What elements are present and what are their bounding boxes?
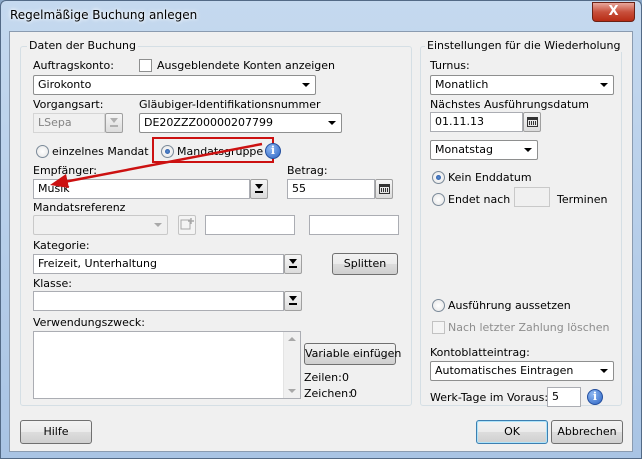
betrag-label: Betrag: (287, 164, 328, 177)
chevron-down-icon (524, 148, 532, 152)
hidden-accounts-label: Ausgeblendete Konten anzeigen (157, 59, 336, 72)
monatstag-select[interactable]: Monatstag (430, 140, 538, 160)
group-legend-daten: Daten der Buchung (27, 39, 138, 52)
abbrechen-label: Abbrechen (557, 425, 617, 438)
scroll-up-icon[interactable] (288, 337, 296, 341)
calendar-button[interactable] (523, 112, 541, 132)
klasse-download-button[interactable] (284, 291, 302, 311)
chevron-down-icon (600, 83, 608, 87)
chevron-down-icon (154, 223, 162, 227)
next-date-value: 01.11.13 (435, 115, 484, 128)
chevron-down-icon (328, 121, 336, 125)
auftragskonto-label: Auftragskonto: (33, 59, 114, 72)
nach-letzter-checkbox[interactable] (432, 321, 445, 334)
auftragskonto-value: Girokonto (38, 78, 92, 91)
download-arrow-icon (289, 296, 297, 306)
zeilen-value: 0 (342, 371, 349, 384)
endet-nach-input[interactable] (514, 187, 550, 207)
download-arrow-icon (289, 259, 297, 269)
verwendungszweck-textarea[interactable] (33, 331, 301, 399)
close-icon: X (608, 4, 619, 19)
scroll-down-icon[interactable] (288, 389, 296, 393)
glaeubiger-label: Gläubiger-Identifikationsnummer (139, 98, 321, 111)
annotation-arrow (50, 142, 263, 188)
klasse-label: Klasse: (33, 277, 72, 290)
aussetzen-radio[interactable] (432, 299, 445, 312)
werktage-input[interactable]: 5 (547, 387, 581, 407)
title-bar[interactable]: Regelmäßige Buchung anlegen X (1, 1, 641, 31)
kein-enddatum-label: Kein Enddatum (448, 171, 532, 184)
vorgangsart-download-button[interactable] (105, 113, 123, 133)
download-arrow-icon (110, 118, 118, 128)
werktage-label: Werk-Tage im Voraus: (430, 391, 549, 404)
betrag-value: 55 (292, 182, 306, 195)
monatstag-value: Monatstag (435, 143, 494, 156)
mandatsreferenz-select[interactable] (33, 215, 168, 235)
close-button[interactable]: X (592, 2, 635, 22)
verwendungszweck-scrollbar[interactable] (283, 332, 300, 398)
dialog-body: Daten der Buchung Auftragskonto: Ausgebl… (9, 31, 633, 452)
splitten-label: Splitten (343, 257, 387, 270)
hilfe-label: Hilfe (43, 425, 69, 438)
aussetzen-label: Ausführung aussetzen (448, 299, 571, 312)
betrag-calculator-button[interactable] (375, 179, 393, 199)
chevron-down-icon (600, 369, 608, 373)
kein-enddatum-radio[interactable] (432, 171, 445, 184)
next-date-input[interactable]: 01.11.13 (430, 112, 523, 132)
splitten-button[interactable]: Splitten (332, 253, 398, 275)
kategorie-value: Freizeit, Unterhaltung (38, 257, 157, 270)
info-icon[interactable]: i (587, 389, 603, 405)
endet-nach-radio[interactable] (432, 193, 445, 206)
window-title: Regelmäßige Buchung anlegen (10, 8, 198, 22)
ok-button[interactable]: OK (476, 420, 548, 444)
variable-einfuegen-label: Variable einfügen (305, 347, 402, 360)
auftragskonto-select[interactable]: Girokonto (33, 75, 316, 95)
kontoblatt-label: Kontoblatteintrag: (430, 346, 530, 359)
vorgangsart-field[interactable]: LSepa (33, 113, 105, 133)
zeichen-label: Zeichen: (304, 387, 352, 400)
kategorie-label: Kategorie: (33, 239, 90, 252)
glaeubiger-value: DE20ZZZ00000207799 (144, 116, 274, 129)
chevron-down-icon (302, 83, 310, 87)
hidden-accounts-checkbox[interactable] (139, 59, 152, 72)
dialog-window: Regelmäßige Buchung anlegen X Daten der … (0, 0, 642, 459)
werktage-value: 5 (552, 390, 559, 403)
mandatsreferenz-add-button[interactable] (178, 215, 196, 235)
add-icon (180, 218, 194, 230)
glaeubiger-select[interactable]: DE20ZZZ00000207799 (139, 113, 342, 133)
ok-label: OK (504, 425, 520, 438)
group-daten-der-buchung: Daten der Buchung Auftragskonto: Ausgebl… (20, 39, 412, 406)
turnus-value: Monatlich (435, 78, 489, 91)
calculator-icon (379, 184, 390, 194)
info-icon-glyph: i (592, 390, 598, 403)
kategorie-input[interactable]: Freizeit, Unterhaltung (33, 254, 284, 274)
mandatsreferenz-date-input[interactable] (205, 215, 295, 235)
endet-nach-label: Endet nach (448, 193, 511, 206)
zeilen-label: Zeilen: (304, 371, 342, 384)
turnus-select[interactable]: Monatlich (430, 75, 614, 95)
kontoblatt-value: Automatisches Eintragen (435, 364, 574, 377)
nach-letzter-label: Nach letzter Zahlung löschen (448, 321, 610, 334)
variable-einfuegen-button[interactable]: Variable einfügen (304, 343, 401, 365)
abbrechen-button[interactable]: Abbrechen (551, 420, 623, 444)
zeichen-value: 0 (350, 387, 357, 400)
group-legend-wiederholung: Einstellungen für die Wiederholung (425, 39, 623, 52)
kategorie-download-button[interactable] (284, 254, 302, 274)
verwendungszweck-label: Verwendungszweck: (33, 316, 145, 329)
vorgangsart-value: LSepa (38, 116, 72, 129)
turnus-label: Turnus: (430, 59, 470, 72)
calendar-icon (527, 117, 538, 127)
mandatsreferenz-extra-input[interactable] (309, 215, 399, 235)
hilfe-button[interactable]: Hilfe (20, 420, 92, 444)
next-date-label: Nächstes Ausführungsdatum (430, 98, 589, 111)
betrag-input[interactable]: 55 (287, 179, 375, 199)
mandatsreferenz-label: Mandatsreferenz (33, 201, 126, 214)
klasse-input[interactable] (33, 291, 284, 311)
terminen-label: Terminen (557, 193, 608, 206)
kontoblatt-select[interactable]: Automatisches Eintragen (430, 361, 614, 381)
group-wiederholung: Einstellungen für die Wiederholung Turnu… (420, 39, 623, 407)
vorgangsart-label: Vorgangsart: (33, 98, 104, 111)
